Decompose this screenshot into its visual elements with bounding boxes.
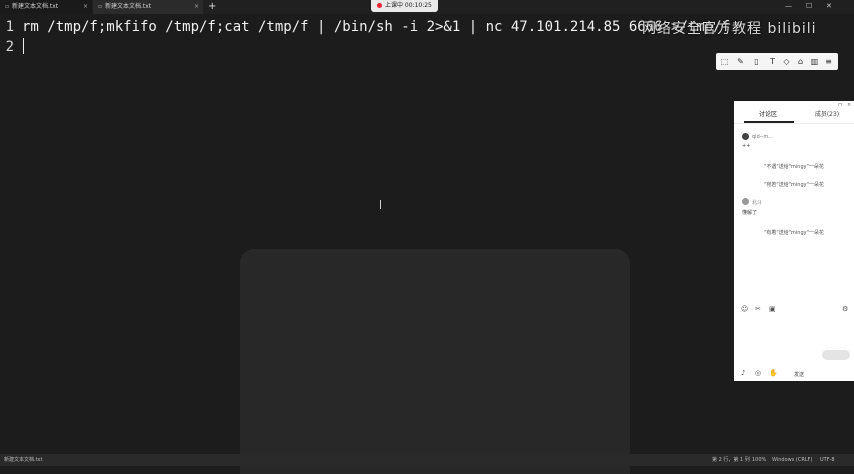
close-icon[interactable]: × xyxy=(194,0,199,14)
encoding[interactable]: UTF-8 xyxy=(820,454,835,466)
line-number: 1 xyxy=(5,19,14,35)
background-shadow xyxy=(240,249,630,474)
minimize-button[interactable]: — xyxy=(785,0,792,12)
tab-label: 新建文本文档.txt xyxy=(12,3,59,10)
maximize-button[interactable]: ☐ xyxy=(806,0,812,12)
new-tab-button[interactable]: + xyxy=(208,0,216,13)
cursor-position: 第 2 行，第 1 列 xyxy=(712,457,750,463)
settings-icon[interactable]: ⚙ xyxy=(842,305,848,313)
status-bar: 新建文本文档.txt 第 2 行，第 1 列 100% Windows (CRL… xyxy=(0,454,854,466)
microphone-icon[interactable]: ♪ xyxy=(741,369,745,377)
active-tab-indicator xyxy=(744,121,794,123)
zoom-level[interactable]: 100% xyxy=(752,454,766,466)
tab-file-1[interactable]: ▫ 新建文本文档.txt × xyxy=(0,0,92,14)
close-icon[interactable]: × xyxy=(847,102,851,108)
recording-indicator[interactable]: 上课中 00:10:25 xyxy=(371,0,438,12)
more-icon[interactable]: ≡ xyxy=(823,56,834,67)
system-message: "有着"送给"mingy"一朵花 xyxy=(764,230,824,236)
message-username: 北斗 xyxy=(752,200,763,206)
line-ending[interactable]: Windows (CRLF) xyxy=(772,454,812,466)
trash-icon[interactable]: ▥ xyxy=(809,56,820,67)
system-message: "宛若"送给"mingy"一朵花 xyxy=(764,182,824,188)
avatar xyxy=(742,198,749,205)
text-icon[interactable]: T xyxy=(767,56,778,67)
line-text[interactable]: rm /tmp/f;mkfifo /tmp/f;cat /tmp/f | /bi… xyxy=(22,19,730,35)
send-button[interactable] xyxy=(822,350,850,360)
close-icon[interactable]: × xyxy=(83,0,88,14)
tab-file-2[interactable]: ▫ 新建文本文档.txt × xyxy=(93,0,203,14)
close-window-button[interactable]: ✕ xyxy=(826,0,832,12)
message-text: 懂解了 xyxy=(742,210,758,216)
message-username: qid--m... xyxy=(752,134,773,140)
send-label[interactable]: 发送 xyxy=(794,371,804,378)
system-message: "不遇"送给"mingy"一朵花 xyxy=(764,164,824,170)
pin-icon[interactable]: ⊓ xyxy=(838,102,842,108)
document-icon: ▫ xyxy=(97,3,103,10)
recording-label: 上课中 00:10:25 xyxy=(385,2,432,9)
message-text: ++ xyxy=(742,143,751,149)
text-editor[interactable]: 1 rm /tmp/f;mkfifo /tmp/f;cat /tmp/f | /b… xyxy=(0,14,854,474)
eraser-icon[interactable]: ◇ xyxy=(781,56,792,67)
fill-icon[interactable]: ⌂ xyxy=(795,56,806,67)
watermark: 网络安全官方教程 bilibili xyxy=(642,21,817,37)
scissors-icon[interactable]: ✂ xyxy=(755,305,761,313)
hand-icon[interactable]: ✋ xyxy=(769,369,778,377)
chat-panel: ⊓ × 讨论区 成员(23) qid--m... ++ "不遇"送给"mingy… xyxy=(734,101,854,381)
line-number: 2 xyxy=(5,39,14,55)
mouse-cursor xyxy=(380,200,381,209)
select-icon[interactable]: ⬚ xyxy=(719,56,730,67)
document-icon: ▫ xyxy=(4,3,10,10)
shape-icon[interactable]: ▯ xyxy=(751,56,762,67)
tab-discussion[interactable]: 讨论区 xyxy=(740,109,796,118)
avatar xyxy=(742,133,749,140)
emoji-icon[interactable]: ☺ xyxy=(741,305,748,313)
record-dot-icon xyxy=(377,3,382,8)
text-caret xyxy=(23,38,24,54)
image-icon[interactable]: ▣ xyxy=(769,305,776,313)
pen-icon[interactable]: ✎ xyxy=(735,56,746,67)
tab-label: 新建文本文档.txt xyxy=(105,3,152,10)
annotation-toolbar: ⬚ ✎ ▯ T ◇ ⌂ ▥ ≡ xyxy=(716,53,838,70)
title-bar: ▫ 新建文本文档.txt × ▫ 新建文本文档.txt × + 上课中 00:10:… xyxy=(0,0,854,14)
tab-members[interactable]: 成员(23) xyxy=(806,109,848,118)
chat-tabs: ⊓ × 讨论区 成员(23) xyxy=(734,101,854,124)
camera-icon[interactable]: ◎ xyxy=(755,369,761,377)
status-filename: 新建文本文档.txt xyxy=(4,457,43,463)
